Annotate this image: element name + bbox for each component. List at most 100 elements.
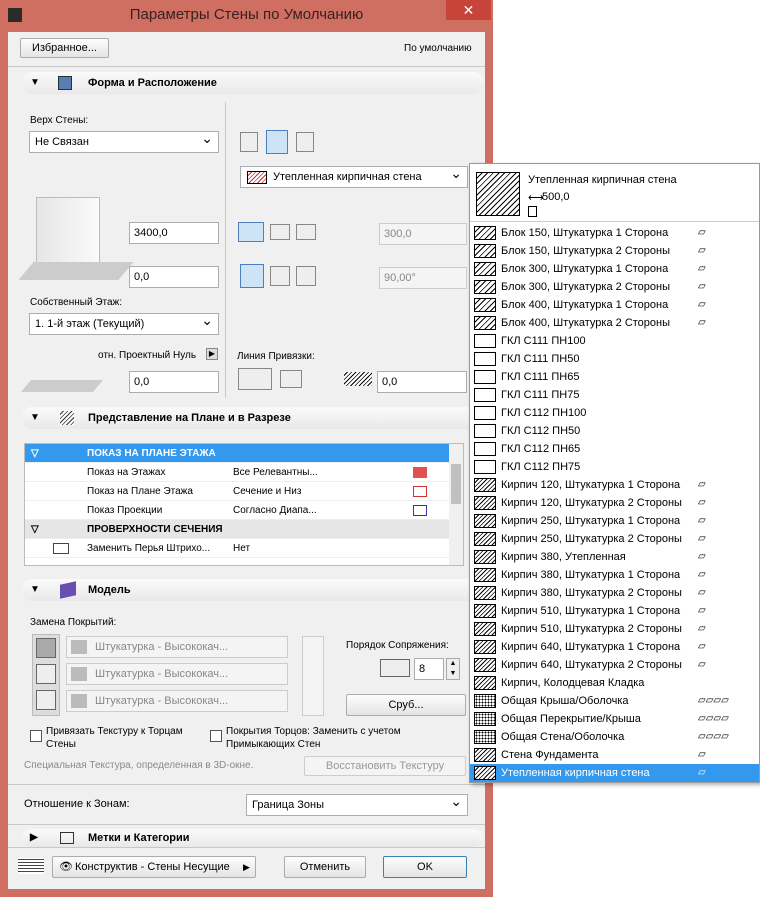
- wall-straight-profile-icon[interactable]: [238, 222, 264, 242]
- list-item[interactable]: Кирпич 120, Штукатурка 1 Сторона ▱: [470, 476, 759, 494]
- table-cell-value[interactable]: Все Релевантны...: [233, 463, 318, 482]
- list-item[interactable]: Кирпич 380, Утепленная ▱: [470, 548, 759, 566]
- wall-thickness-field[interactable]: 300,0: [379, 223, 467, 245]
- list-item[interactable]: Кирпич, Колодцевая Кладка: [470, 674, 759, 692]
- list-item[interactable]: Кирпич 640, Штукатурка 1 Сторона ▱: [470, 638, 759, 656]
- surface-override-2[interactable]: Штукатурка - Высококач...: [66, 663, 288, 685]
- collapse-triangle-icon[interactable]: ▼: [30, 579, 40, 601]
- list-item[interactable]: ГКЛ С111 ПН100: [470, 332, 759, 350]
- collapse-triangle-icon[interactable]: ▽: [31, 444, 39, 463]
- list-item[interactable]: ГКЛ С112 ПН65: [470, 440, 759, 458]
- list-item[interactable]: Кирпич 380, Штукатурка 2 Стороны ▱: [470, 584, 759, 602]
- table-row[interactable]: Показ на Этажах Все Релевантны...: [25, 463, 451, 482]
- wall-angle-field[interactable]: 90,00°: [379, 267, 467, 289]
- chain-link-icon[interactable]: [302, 636, 324, 716]
- list-item[interactable]: Стена Фундамента ▱: [470, 746, 759, 764]
- wall-polygon-icon[interactable]: [296, 132, 314, 152]
- composite-swatch-icon: [474, 658, 496, 672]
- section-floorplan-title: Представление на Плане и в Разрезе: [88, 412, 291, 424]
- list-item[interactable]: Блок 400, Штукатурка 1 Сторона ▱: [470, 296, 759, 314]
- wall-height-field[interactable]: 3400,0: [129, 222, 219, 244]
- wall-slanted-profile-icon[interactable]: [270, 224, 290, 240]
- restore-texture-button[interactable]: Восстановить Текстуру: [304, 756, 466, 776]
- cb-bind-texture[interactable]: [30, 730, 42, 742]
- wall-offset-field[interactable]: 0,0: [129, 266, 219, 288]
- junction-stepper[interactable]: ▲ ▼: [446, 658, 460, 680]
- collapse-triangle-icon[interactable]: ▼: [30, 407, 40, 429]
- list-item[interactable]: ГКЛ С112 ПН75: [470, 458, 759, 476]
- cb-end-surfaces[interactable]: [210, 730, 222, 742]
- inclined-wall-icon[interactable]: [270, 266, 290, 286]
- list-item[interactable]: ГКЛ С111 ПН50: [470, 350, 759, 368]
- scroll-thumb[interactable]: [451, 464, 461, 504]
- list-item[interactable]: Общая Стена/Оболочка ▱▱▱▱: [470, 728, 759, 746]
- junction-order-field[interactable]: 8: [414, 658, 444, 680]
- table-cell-value[interactable]: Сечение и Низ: [233, 482, 301, 501]
- list-item[interactable]: Блок 300, Штукатурка 1 Сторона ▱: [470, 260, 759, 278]
- list-item[interactable]: Блок 300, Штукатурка 2 Стороны ▱: [470, 278, 759, 296]
- list-item[interactable]: Блок 400, Штукатурка 2 Стороны ▱: [470, 314, 759, 332]
- table-cell-name: ПРОВЕРХНОСТИ СЕЧЕНИЯ: [87, 524, 223, 535]
- surface-override-3[interactable]: Штукатурка - Высококач...: [66, 690, 288, 712]
- ref-zero-arrow-icon[interactable]: ▶: [206, 348, 218, 360]
- list-item[interactable]: Общая Крыша/Оболочка ▱▱▱▱: [470, 692, 759, 710]
- dialog-window: Параметры Стены по Умолчанию ✕ Избранное…: [0, 0, 493, 897]
- close-button[interactable]: ✕: [446, 0, 491, 20]
- section-shape[interactable]: ▼ Форма и Расположение: [22, 72, 483, 94]
- wall-straight-icon[interactable]: [240, 132, 258, 152]
- table-row[interactable]: Показ на Плане Этажа Сечение и Низ: [25, 482, 451, 501]
- home-story-select[interactable]: 1. 1-й этаж (Текущий): [29, 310, 219, 335]
- list-item[interactable]: Кирпич 380, Штукатурка 1 Сторона ▱: [470, 566, 759, 584]
- table-cell-value[interactable]: Согласно Диапа...: [233, 501, 317, 520]
- table-cell-value[interactable]: Нет: [233, 539, 250, 558]
- list-item[interactable]: Кирпич 250, Штукатурка 1 Сторона ▱: [470, 512, 759, 530]
- ref-zero-field[interactable]: 0,0: [129, 371, 219, 393]
- list-item[interactable]: Кирпич 510, Штукатурка 1 Сторона ▱: [470, 602, 759, 620]
- list-item[interactable]: Кирпич 640, Штукатурка 2 Стороны ▱: [470, 656, 759, 674]
- list-item[interactable]: ГКЛ С111 ПН65: [470, 368, 759, 386]
- list-item[interactable]: Блок 150, Штукатурка 1 Сторона ▱: [470, 224, 759, 242]
- wall-top-select[interactable]: Не Связан: [29, 128, 219, 153]
- table-header-row[interactable]: ▽ ПОКАЗ НА ПЛАНЕ ЭТАЖА: [25, 444, 451, 463]
- vertical-wall-icon[interactable]: [240, 264, 264, 288]
- composite-swatch-icon: [474, 478, 496, 492]
- surface-side-icon[interactable]: [36, 638, 56, 658]
- ref-line-location-icon[interactable]: [238, 368, 272, 390]
- table-scrollbar[interactable]: [449, 444, 463, 565]
- cancel-button[interactable]: Отменить: [284, 856, 366, 878]
- flip-ref-line-icon[interactable]: [280, 370, 302, 388]
- table-header-row[interactable]: ▽ ПРОВЕРХНОСТИ СЕЧЕНИЯ: [25, 520, 451, 539]
- log-button[interactable]: Сруб...: [346, 694, 466, 716]
- list-item[interactable]: Общая Перекрытие/Крыша ▱▱▱▱: [470, 710, 759, 728]
- collapse-triangle-icon[interactable]: ▽: [31, 520, 39, 539]
- layer-select[interactable]: 👁 Конструктив - Стены Несущие ▶: [52, 856, 256, 878]
- table-row[interactable]: Заменить Перья Штрихо... Нет: [25, 539, 451, 558]
- list-item[interactable]: Кирпич 250, Штукатурка 2 Стороны ▱: [470, 530, 759, 548]
- double-inclined-wall-icon[interactable]: [296, 266, 316, 286]
- list-item[interactable]: ГКЛ С112 ПН50: [470, 422, 759, 440]
- element-type-icon: ▱: [698, 641, 706, 652]
- composite-swatch-icon: [474, 424, 496, 438]
- list-item[interactable]: ГКЛ С112 ПН100: [470, 404, 759, 422]
- section-floorplan[interactable]: ▼ Представление на Плане и в Разрезе: [22, 407, 483, 429]
- surface-ref-side-icon[interactable]: [36, 664, 56, 684]
- list-item[interactable]: Кирпич 120, Штукатурка 2 Стороны ▱: [470, 494, 759, 512]
- ref-offset-field[interactable]: 0,0: [377, 371, 467, 393]
- zone-select[interactable]: Граница Зоны: [246, 791, 468, 816]
- wall-trapezoid-icon[interactable]: [266, 130, 288, 154]
- list-item[interactable]: Блок 150, Штукатурка 2 Стороны ▱: [470, 242, 759, 260]
- table-row[interactable]: Показ Проекции Согласно Диапа...: [25, 501, 451, 520]
- list-item[interactable]: ГКЛ С111 ПН75: [470, 386, 759, 404]
- list-item[interactable]: Утепленная кирпичная стена ▱: [470, 764, 759, 782]
- ok-button[interactable]: OK: [383, 856, 467, 878]
- expand-triangle-icon[interactable]: ▶: [30, 829, 38, 847]
- section-model[interactable]: ▼ Модель: [22, 579, 483, 601]
- composite-select[interactable]: Утепленная кирпичная стена: [240, 163, 468, 188]
- collapse-triangle-icon[interactable]: ▼: [30, 72, 40, 94]
- wall-double-slanted-icon[interactable]: [296, 224, 316, 240]
- surface-opposite-side-icon[interactable]: [36, 690, 56, 710]
- list-item[interactable]: Кирпич 510, Штукатурка 2 Стороны ▱: [470, 620, 759, 638]
- favorites-button[interactable]: Избранное...: [20, 38, 109, 58]
- section-tags[interactable]: ▶ Метки и Категории: [22, 829, 483, 847]
- surface-override-1[interactable]: Штукатурка - Высококач...: [66, 636, 288, 658]
